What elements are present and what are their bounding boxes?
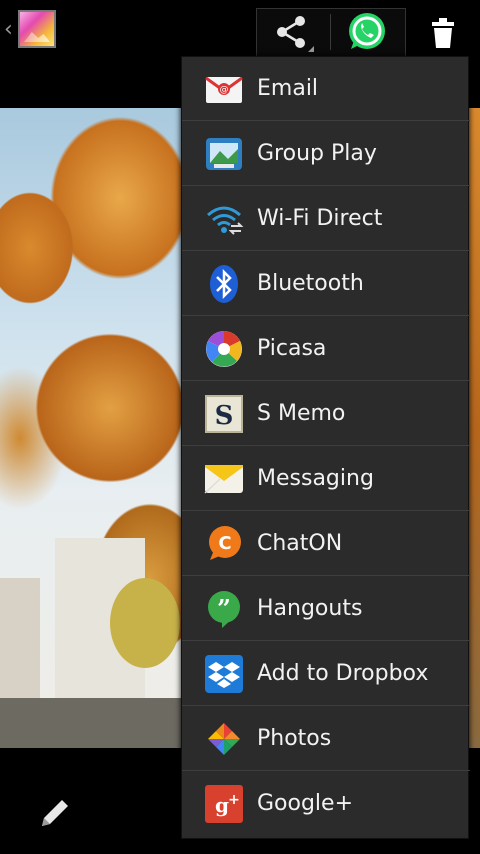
messaging-icon [204,465,243,494]
share-item-picasa[interactable]: Picasa [182,317,470,381]
menu-divider [182,640,470,641]
svg-text:S: S [215,401,234,431]
share-item-wifi-direct[interactable]: Wi-Fi Direct [182,187,470,251]
share-item-label: S Memo [257,401,346,426]
email-icon: @ [205,76,243,103]
share-item-label: Wi-Fi Direct [257,206,383,231]
share-item-label: Add to Dropbox [257,661,429,686]
share-item-label: Group Play [257,141,377,166]
picasa-icon [206,331,242,367]
menu-divider [182,445,470,446]
trash-icon [432,18,454,48]
menu-divider [182,315,470,316]
share-item-label: Bluetooth [257,271,364,296]
gallery-icon[interactable] [18,10,56,48]
menu-divider [182,250,470,251]
share-item-label: Photos [257,726,332,751]
share-item-label: Hangouts [257,596,363,621]
google-plus-icon: g + [205,785,243,823]
chevron-left-icon[interactable]: ‹ [4,16,16,44]
pencil-icon [42,800,68,826]
share-item-bluetooth[interactable]: Bluetooth [182,252,470,316]
bluetooth-icon [210,265,238,303]
share-item-chaton[interactable]: C ChatON [182,512,470,576]
svg-text:@: @ [220,85,229,95]
group-play-icon [206,138,242,170]
share-item-label: Picasa [257,336,327,361]
s-memo-icon: S [205,395,243,433]
share-icon [277,16,314,52]
menu-divider [182,185,470,186]
photo-tree [110,578,180,668]
action-bar: ‹ [0,0,480,62]
menu-divider [182,120,470,121]
share-button[interactable] [256,8,330,56]
hangouts-icon: ” [208,591,240,628]
share-item-label: Email [257,76,319,101]
share-item-label: Google+ [257,791,354,816]
menu-divider [182,705,470,706]
share-item-hangouts[interactable]: ” Hangouts [182,577,470,641]
svg-text:g: g [215,793,229,817]
share-item-s-memo[interactable]: S S Memo [182,382,470,446]
photos-icon [208,723,240,755]
wifi-direct-icon [207,206,244,235]
svg-text:C: C [218,533,231,554]
delete-button[interactable] [416,8,470,56]
share-item-group-play[interactable]: Group Play [182,122,470,186]
whatsapp-icon [349,13,385,49]
share-item-dropbox[interactable]: Add to Dropbox [182,642,470,706]
edit-button[interactable] [34,792,74,832]
share-item-email[interactable]: @ Email [182,57,470,121]
menu-divider [182,770,470,771]
dropbox-icon [205,655,243,693]
photo-building-left [0,578,40,708]
share-item-label: ChatON [257,531,343,556]
share-item-label: Messaging [257,466,374,491]
svg-text:”: ” [217,594,231,623]
menu-divider [182,380,470,381]
menu-divider [182,510,470,511]
svg-text:+: + [228,792,240,808]
menu-divider [182,575,470,576]
share-item-messaging[interactable]: Messaging [182,447,470,511]
share-menu: @ Email Group Play Wi-Fi Direct Bluetoot… [181,56,470,839]
share-item-photos[interactable]: Photos [182,707,470,771]
share-item-google-plus[interactable]: g + Google+ [182,772,470,836]
chaton-icon: C [209,526,241,560]
whatsapp-share-button[interactable] [331,8,404,56]
